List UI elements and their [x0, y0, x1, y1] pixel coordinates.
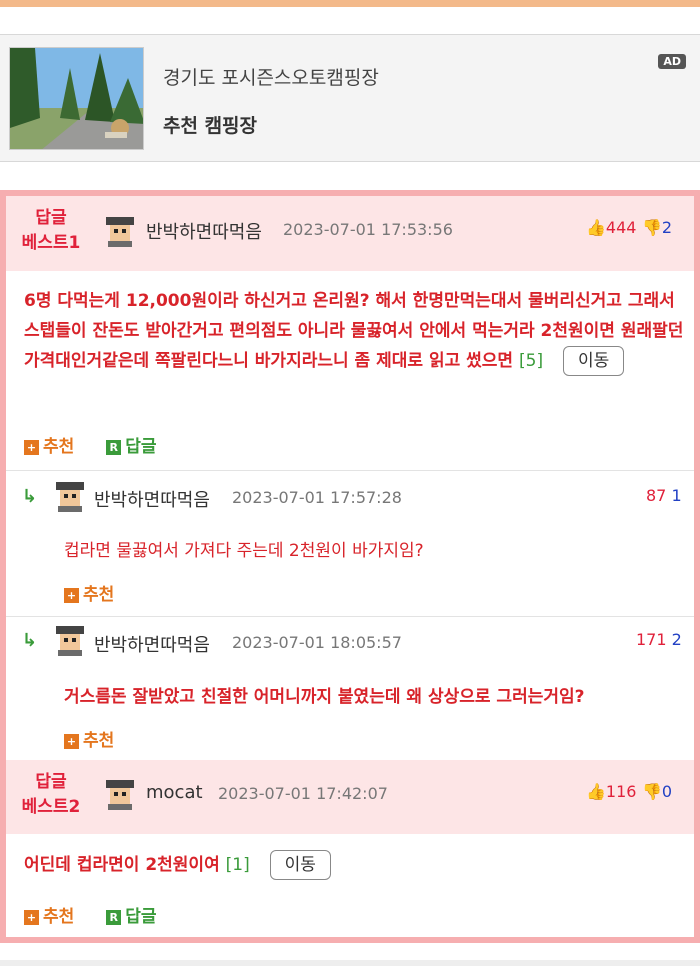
best2-up-count: 116: [605, 782, 637, 801]
reply1-text: 컵라면 물끓여서 가져다 주는데 2천원이 바가지임?: [64, 541, 424, 561]
reply1-down-count[interactable]: 1: [671, 486, 681, 505]
best2-down-count: 0: [661, 782, 673, 801]
divider: [6, 470, 694, 471]
best1-actions: + 추천 R 답글: [24, 432, 156, 457]
reply1-timestamp: 2023-07-01 17:57:28: [232, 488, 402, 507]
reply-label: 답글: [125, 437, 157, 457]
best2-actions: + 추천 R 답글: [24, 902, 156, 927]
thumbs-down-icon: 👎: [642, 782, 662, 801]
ad-title[interactable]: 경기도 포시즌스오토캠핑장: [163, 63, 379, 90]
reply2-up-count[interactable]: 171: [636, 630, 667, 649]
best1-reply-button[interactable]: R 답글: [106, 437, 156, 457]
best2-nickname[interactable]: mocat: [146, 782, 203, 803]
reply1-up-count[interactable]: 87: [646, 486, 666, 505]
reply1-nickname[interactable]: 반박하면따먹음: [94, 486, 210, 512]
best2-label-line1: 답글: [35, 772, 67, 792]
plus-icon: +: [24, 440, 39, 455]
thumbs-down-icon: 👎: [642, 218, 662, 237]
best1-down-count: 2: [661, 218, 673, 237]
reply2-votes: 171 2: [636, 630, 682, 649]
best2-move-button[interactable]: 이동: [269, 850, 331, 880]
best1-label: 답글 베스트1: [6, 206, 96, 256]
divider: [6, 616, 694, 617]
best2-recommend-button[interactable]: + 추천: [24, 907, 74, 927]
reply1-actions: + 추천: [64, 580, 114, 605]
best2-downvote[interactable]: 👎0: [642, 782, 672, 801]
reply-arrow-icon: ↳: [22, 486, 38, 507]
recommend-label: 추천: [83, 585, 115, 605]
reply-arrow-icon: ↳: [22, 630, 38, 651]
best1-recommend-button[interactable]: + 추천: [24, 437, 74, 457]
reply2-nickname[interactable]: 반박하면따먹음: [94, 631, 210, 657]
ad-subtitle[interactable]: 추천 캠핑장: [163, 111, 257, 138]
avatar[interactable]: [54, 624, 86, 656]
reply2-recommend-button[interactable]: + 추천: [64, 731, 114, 751]
plus-icon: +: [64, 734, 79, 749]
best1-label-line2: 베스트1: [21, 233, 81, 253]
reply-r-icon: R: [106, 910, 122, 925]
best1-up-count: 444: [605, 218, 637, 237]
bottom-divider: [0, 960, 700, 966]
best1-nickname[interactable]: 반박하면따먹음: [146, 218, 262, 244]
ad-banner[interactable]: 경기도 포시즌스오토캠핑장 추천 캠핑장 AD: [0, 34, 700, 162]
best2-reply-count: [1]: [225, 855, 250, 875]
best2-label-line2: 베스트2: [21, 797, 81, 817]
reply1-votes: 87 1: [646, 486, 682, 505]
thumbs-up-icon: 👍: [586, 782, 606, 801]
ad-thumbnail-image[interactable]: [9, 47, 144, 150]
best1-timestamp: 2023-07-01 17:53:56: [283, 220, 453, 239]
plus-icon: +: [24, 910, 39, 925]
ad-badge: AD: [658, 54, 686, 69]
best1-move-button[interactable]: 이동: [563, 346, 625, 376]
plus-icon: +: [64, 588, 79, 603]
best2-timestamp: 2023-07-01 17:42:07: [218, 784, 388, 803]
reply1-recommend-button[interactable]: + 추천: [64, 585, 114, 605]
reply2-actions: + 추천: [64, 726, 114, 751]
best1-body: 6명 다먹는게 12,000원이라 하신거고 온리원? 해서 한명만먹는대서 물…: [24, 286, 684, 376]
avatar[interactable]: [104, 215, 136, 247]
best1-reply-count: [5]: [519, 351, 544, 371]
reply-label: 답글: [125, 907, 157, 927]
reply2-down-count[interactable]: 2: [672, 630, 682, 649]
thumbs-up-icon: 👍: [586, 218, 606, 237]
best2-header: 답글 베스트2 mocat 2023-07-01 17:42:07 👍116 👎…: [6, 760, 694, 834]
best1-header: 답글 베스트1 반박하면따먹음 2023-07-01 17:53:56 👍444…: [6, 196, 694, 271]
best2-comment-text: 어딘데 컵라면이 2천원이여: [24, 855, 220, 875]
reply2-text: 거스름돈 잘받았고 친절한 어머니까지 붙였는데 왜 상상으로 그러는거임?: [64, 687, 585, 707]
best1-upvote[interactable]: 👍444: [586, 218, 636, 237]
reply2-timestamp: 2023-07-01 18:05:57: [232, 633, 402, 652]
best2-label: 답글 베스트2: [6, 770, 96, 820]
recommend-label: 추천: [83, 731, 115, 751]
best1-downvote[interactable]: 👎2: [642, 218, 672, 237]
avatar[interactable]: [104, 778, 136, 810]
best1-label-line1: 답글: [35, 208, 67, 228]
top-accent-bar: [0, 0, 700, 7]
best2-body: 어딘데 컵라면이 2천원이여 [1] 이동: [24, 850, 684, 880]
recommend-label: 추천: [43, 437, 75, 457]
reply-r-icon: R: [106, 440, 122, 455]
best2-reply-button[interactable]: R 답글: [106, 907, 156, 927]
avatar[interactable]: [54, 480, 86, 512]
recommend-label: 추천: [43, 907, 75, 927]
best2-upvote[interactable]: 👍116: [586, 782, 636, 801]
best-comments-section: 답글 베스트1 반박하면따먹음 2023-07-01 17:53:56 👍444…: [0, 190, 700, 943]
